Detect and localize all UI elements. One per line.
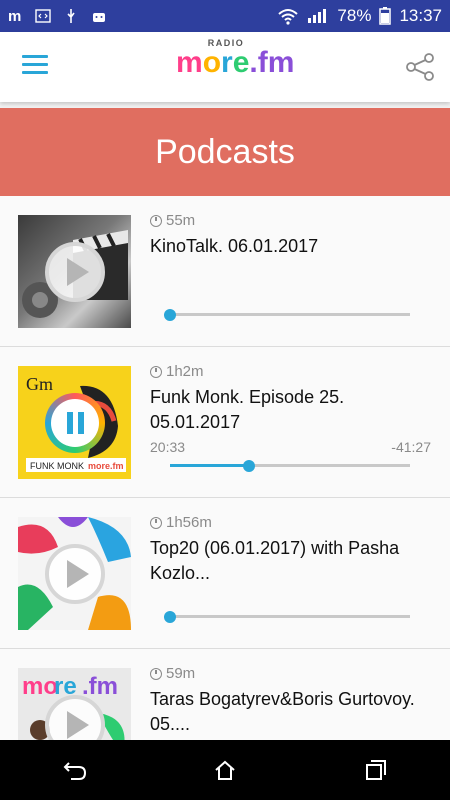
battery-percent: 78%: [337, 6, 372, 25]
progress-slider[interactable]: [164, 308, 410, 321]
usb-icon: [67, 9, 75, 23]
slider-knob[interactable]: [164, 308, 176, 321]
play-button[interactable]: [45, 242, 105, 302]
app-notification-icon: m: [8, 7, 22, 25]
podcast-duration: 55m: [150, 212, 195, 229]
clock-time: 13:37: [399, 6, 442, 25]
svg-text:Gm: Gm: [26, 374, 53, 394]
podcast-list: 55m KinoTalk. 06.01.2017 Gm FUNK MONK mo…: [0, 196, 450, 800]
signal-icon: [308, 9, 327, 23]
svg-text:.fm: .fm: [82, 673, 118, 700]
podcast-thumbnail: [18, 517, 131, 630]
clock-icon: [150, 365, 162, 378]
progress-slider[interactable]: [164, 610, 410, 623]
clock-icon: [150, 516, 162, 529]
android-icon: [93, 13, 106, 22]
podcast-title[interactable]: Taras Bogatyrev&Boris Gurtovoy. 05....: [150, 687, 435, 737]
podcast-title[interactable]: Top20 (06.01.2017) with Pasha Kozlo...: [150, 536, 435, 586]
podcast-thumbnail: Gm FUNK MONK more.fm: [18, 366, 131, 479]
wifi-icon: [278, 9, 299, 25]
clock-icon: [150, 667, 162, 680]
back-icon[interactable]: [55, 750, 95, 790]
svg-text:more.fm: more.fm: [88, 461, 124, 471]
battery-icon: [379, 7, 392, 25]
app-bar: RADIO more.fm: [0, 32, 450, 102]
podcast-duration: 59m: [150, 665, 195, 682]
podcast-thumbnail: [18, 215, 131, 328]
slider-knob[interactable]: [243, 459, 255, 472]
svg-text:mo: mo: [22, 673, 58, 700]
share-icon[interactable]: [404, 52, 436, 82]
podcast-title[interactable]: Funk Monk. Episode 25. 05.01.2017: [150, 385, 435, 435]
code-icon: [35, 9, 52, 23]
podcast-duration: 1h2m: [150, 363, 204, 380]
podcast-duration: 1h56m: [150, 514, 212, 531]
hamburger-icon[interactable]: [22, 55, 48, 77]
system-nav-bar: [0, 740, 450, 800]
play-button[interactable]: [45, 544, 105, 604]
podcast-item[interactable]: 55m KinoTalk. 06.01.2017: [0, 196, 450, 347]
podcast-title[interactable]: KinoTalk. 06.01.2017: [150, 234, 435, 259]
recents-icon[interactable]: [355, 750, 395, 790]
podcast-item[interactable]: Gm FUNK MONK more.fm 1h2m Funk Monk. Epi…: [0, 347, 450, 498]
svg-text:FUNK MONK: FUNK MONK: [30, 461, 84, 471]
progress-slider[interactable]: [170, 459, 410, 472]
remaining-time: -41:27: [391, 439, 431, 455]
app-logo: RADIO more.fm: [176, 38, 295, 96]
elapsed-time: 20:33: [150, 439, 186, 455]
slider-knob[interactable]: [164, 610, 176, 623]
logo-brand-text: more.fm: [176, 46, 295, 79]
page-title: Podcasts: [0, 108, 450, 196]
home-icon[interactable]: [205, 750, 245, 790]
podcast-item[interactable]: 1h56m Top20 (06.01.2017) with Pasha Kozl…: [0, 498, 450, 649]
clock-icon: [150, 214, 162, 227]
pause-button[interactable]: [45, 393, 105, 453]
status-bar: m 78% 13:37: [0, 0, 450, 32]
